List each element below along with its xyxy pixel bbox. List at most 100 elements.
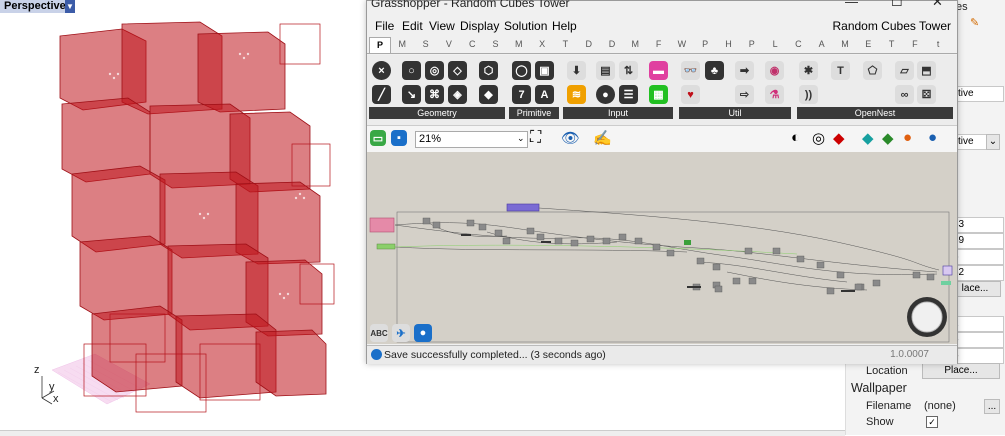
gradient-icon[interactable]: ▬ — [649, 61, 668, 80]
circle-param-icon[interactable]: ○ — [402, 61, 421, 80]
boolean-param-icon[interactable]: ▣ — [535, 61, 554, 80]
zoom-chevron-down-icon[interactable]: ⌄ — [517, 133, 525, 144]
signal-icon[interactable]: )) — [799, 85, 818, 104]
viewport-menu-arrow-icon[interactable]: ▼ — [65, 0, 75, 13]
brep-param-icon[interactable]: ⬡ — [479, 61, 498, 80]
opennest-group-label[interactable]: OpenNest — [797, 107, 953, 119]
curve-param-icon[interactable]: ◎ — [425, 61, 444, 80]
tree-icon[interactable]: ♣ — [705, 61, 724, 80]
minimize-icon[interactable]: — — [845, 0, 858, 9]
open-file-icon[interactable]: ▭ — [370, 130, 386, 146]
grasshopper-window[interactable]: Grasshopper - Random Cubes Tower — ☐ ✕ F… — [366, 0, 958, 364]
preview-mesh-icon[interactable]: ◆ — [862, 129, 874, 147]
tab-19[interactable]: A — [812, 39, 832, 49]
tab-10[interactable]: D — [602, 39, 622, 49]
vector-param-icon[interactable]: ↘ — [402, 85, 421, 104]
zoom-field[interactable]: 21% — [415, 131, 528, 148]
arrow-right-icon[interactable]: ➡ — [735, 61, 754, 80]
tab-5[interactable]: S — [486, 39, 506, 49]
brush-icon[interactable]: ✎ — [970, 16, 979, 29]
box-icon[interactable]: ⬒ — [917, 61, 936, 80]
graph-mapper-icon[interactable]: ≋ — [567, 85, 586, 104]
menu-help[interactable]: Help — [552, 19, 577, 33]
integer-param-icon[interactable]: ◯ — [512, 61, 531, 80]
grasshopper-canvas[interactable]: ABC ✈ ● — [367, 152, 957, 344]
menu-file[interactable]: File — [375, 19, 394, 33]
mesh-param-icon[interactable]: ⌘ — [425, 85, 444, 104]
cherry-icon[interactable]: ♥ — [681, 85, 700, 104]
viewport-title[interactable]: Perspective — [0, 0, 70, 13]
save-file-icon[interactable]: ▤ — [596, 61, 615, 80]
tab-16[interactable]: P — [742, 39, 762, 49]
preview-mode-wire-icon[interactable]: ◐ — [791, 129, 800, 146]
save-icon[interactable]: ▪ — [391, 130, 407, 146]
sketch-pen-icon[interactable]: ✍ — [593, 129, 612, 147]
document-name[interactable]: Random Cubes Tower — [832, 19, 951, 33]
tab-20[interactable]: M — [835, 39, 855, 49]
tab-23[interactable]: F — [905, 39, 925, 49]
preview-mode-shaded-icon[interactable]: ◎ — [812, 129, 825, 147]
arrow-outline-icon[interactable]: ⇨ — [735, 85, 754, 104]
tab-13[interactable]: W — [672, 39, 692, 49]
zoom-extents-icon[interactable]: ⛶ — [530, 129, 541, 147]
maximize-icon[interactable]: ☐ — [891, 0, 903, 10]
tab-8[interactable]: T — [555, 39, 575, 49]
dice-icon[interactable]: ⚄ — [917, 85, 936, 104]
tab-14[interactable]: P — [695, 39, 715, 49]
slider-icon[interactable]: ⇅ — [619, 61, 638, 80]
sheet-icon[interactable]: ▱ — [895, 61, 914, 80]
geometry-param-icon[interactable]: ◆ — [479, 85, 498, 104]
tag-icon[interactable]: ⬠ — [863, 61, 882, 80]
geometry-group-label[interactable]: Geometry — [369, 107, 505, 119]
show-checkbox[interactable]: ✓ — [926, 416, 938, 428]
preview-color-icon[interactable]: ◆ — [882, 129, 894, 147]
tab-18[interactable]: C — [788, 39, 808, 49]
nest-icon[interactable]: ✱ — [799, 61, 818, 80]
menu-view[interactable]: View — [429, 19, 455, 33]
close-icon[interactable]: ✕ — [932, 0, 943, 10]
line-param-icon[interactable]: ╱ — [372, 85, 391, 104]
tab-21[interactable]: E — [858, 39, 878, 49]
tab-17[interactable]: L — [765, 39, 785, 49]
tab-1[interactable]: M — [392, 39, 412, 49]
tab-0[interactable]: P — [369, 37, 391, 53]
tab-11[interactable]: M — [625, 39, 645, 49]
ribbon-bird-icon[interactable]: ✈ — [392, 324, 410, 342]
viewport-tabs-bar[interactable] — [0, 430, 845, 436]
tab-6[interactable]: M — [509, 39, 529, 49]
menu-solution[interactable]: Solution — [504, 19, 547, 33]
circles-icon[interactable]: ∞ — [895, 85, 914, 104]
import-icon[interactable]: ⬇ — [567, 61, 586, 80]
tab-24[interactable]: t — [928, 39, 948, 49]
text-tag-icon[interactable]: T — [831, 61, 850, 80]
tab-22[interactable]: T — [882, 39, 902, 49]
primitive-group-label[interactable]: Primitive — [509, 107, 559, 119]
glasses-icon[interactable]: 👓 — [681, 61, 700, 80]
value-list-icon[interactable]: ☰ — [619, 85, 638, 104]
sphere-icon[interactable]: ● — [928, 129, 937, 146]
abc-spelling-icon[interactable]: ABC — [370, 324, 388, 342]
chevron-down-icon[interactable]: ⌄ — [986, 134, 1000, 150]
flask-icon[interactable]: ⚗ — [765, 85, 784, 104]
place-button-2[interactable]: Place... — [922, 363, 1000, 379]
field-param-icon[interactable]: ◈ — [448, 85, 467, 104]
surface-param-icon[interactable]: ◇ — [448, 61, 467, 80]
navigation-wheel-icon[interactable] — [904, 294, 950, 340]
tab-3[interactable]: V — [439, 39, 459, 49]
tab-7[interactable]: X — [532, 39, 552, 49]
button-input-icon[interactable]: ● — [596, 85, 615, 104]
menu-display[interactable]: Display — [460, 19, 499, 33]
tab-15[interactable]: H — [719, 39, 739, 49]
preview-mode-selected-icon[interactable]: ◆ — [833, 129, 845, 147]
colour-swatch-icon[interactable]: ▦ — [649, 85, 668, 104]
tab-4[interactable]: C — [462, 39, 482, 49]
tab-9[interactable]: D — [579, 39, 599, 49]
paint-icon[interactable]: ◉ — [765, 61, 784, 80]
preview-material-icon[interactable]: ● — [903, 129, 912, 146]
text-param-icon[interactable]: A — [535, 85, 554, 104]
point-param-icon[interactable]: × — [372, 61, 391, 80]
input-group-label[interactable]: Input — [563, 107, 673, 119]
menu-edit[interactable]: Edit — [402, 19, 423, 33]
image-capture-icon[interactable]: ● — [414, 324, 432, 342]
tab-2[interactable]: S — [416, 39, 436, 49]
